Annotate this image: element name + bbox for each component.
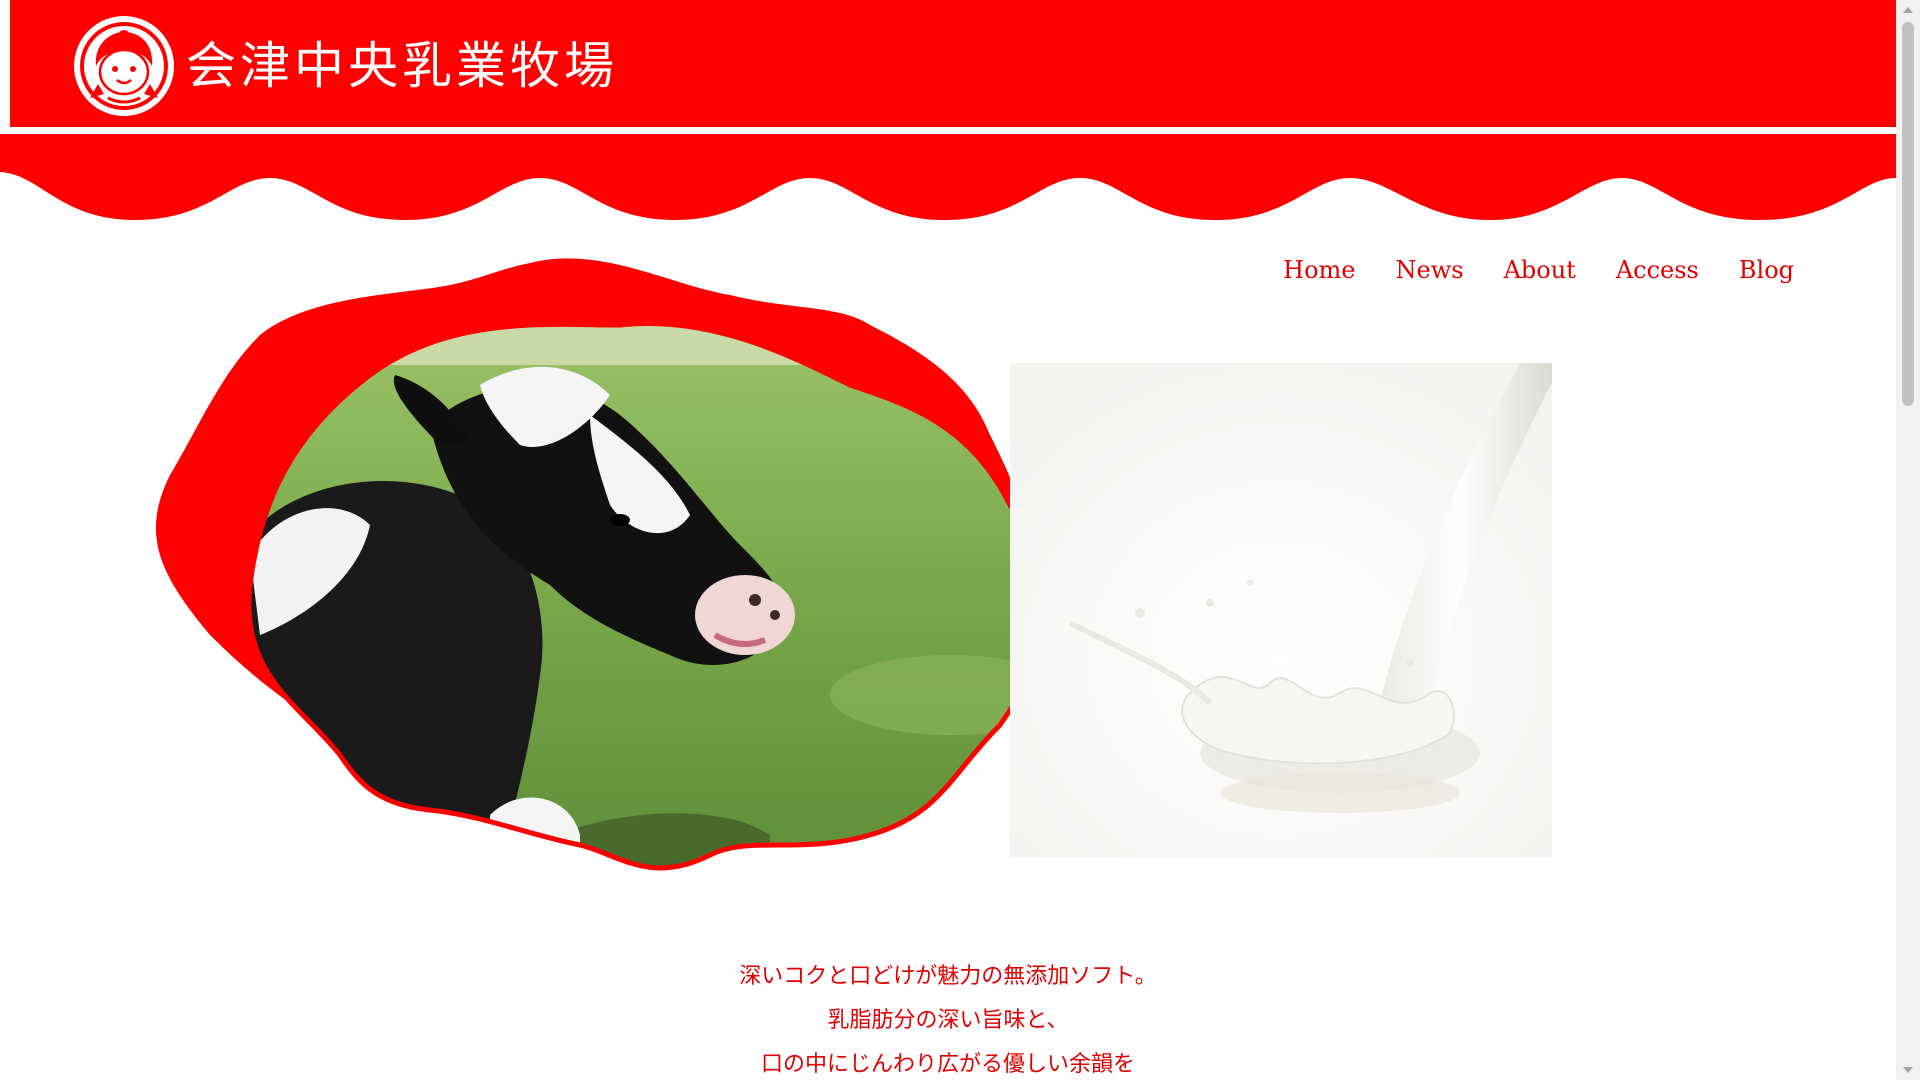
- page-scrollbar[interactable]: [1896, 0, 1920, 1080]
- scroll-thumb[interactable]: [1902, 22, 1914, 406]
- nav-about[interactable]: About: [1504, 256, 1576, 284]
- tagline: 深いコクと口どけが魅力の無添加ソフト。 乳脂肪分の深い旨味と、 口の中にじんわり…: [0, 955, 1896, 1087]
- nav-access[interactable]: Access: [1616, 256, 1699, 284]
- milk-pour-splash-photo: [1010, 363, 1552, 857]
- tagline-line: 深いコクと口どけが魅力の無添加ソフト。: [739, 964, 1157, 989]
- tagline-line: 口の中にじんわり広がる優しい余韻を: [760, 1052, 1135, 1077]
- header-wave-decoration: [0, 134, 1896, 220]
- nav-home[interactable]: Home: [1283, 256, 1355, 284]
- tagline-line: 乳脂肪分の深い旨味と、: [827, 1008, 1069, 1033]
- main-nav: Home News About Access Blog: [1283, 256, 1794, 284]
- site-title[interactable]: 会津中央乳業牧場: [186, 36, 618, 96]
- scroll-down-icon[interactable]: [1896, 1060, 1920, 1080]
- nav-news[interactable]: News: [1396, 256, 1464, 284]
- cow-in-pasture-photo: [155, 258, 1046, 871]
- scroll-up-icon[interactable]: [1896, 0, 1920, 20]
- girl-mascot-icon[interactable]: [72, 14, 176, 118]
- nav-blog[interactable]: Blog: [1739, 256, 1794, 284]
- header-divider: [10, 127, 1896, 134]
